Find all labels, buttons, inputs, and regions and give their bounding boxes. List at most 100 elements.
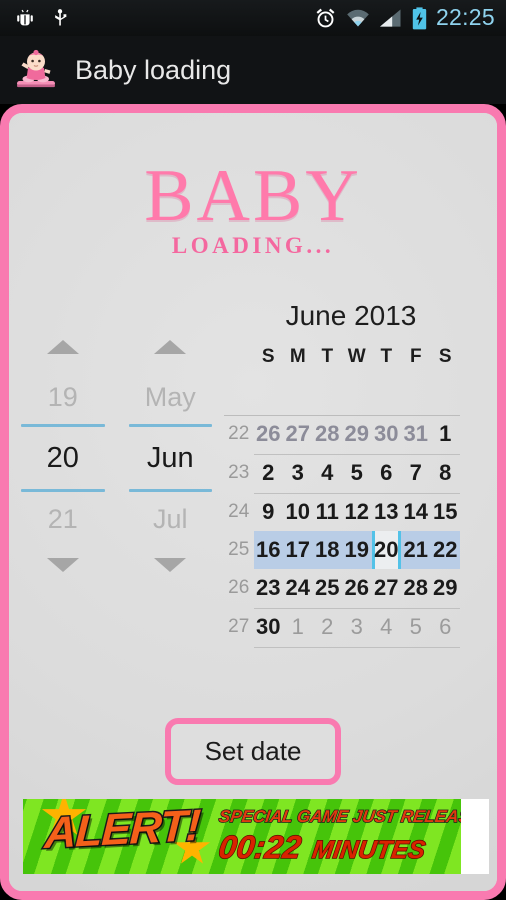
calendar-day[interactable]: 27 <box>283 415 313 453</box>
weekday-header-2: T <box>321 346 334 367</box>
android-debug-icon <box>17 9 33 26</box>
calendar-day-selected[interactable]: 20 <box>371 531 401 569</box>
month-selected-value[interactable]: Jun <box>117 427 225 489</box>
calendar-day[interactable]: 19 <box>342 531 372 569</box>
calendar-day[interactable]: 3 <box>342 608 372 646</box>
battery-charging-icon <box>412 6 427 29</box>
baby-loading-logo: BABY LOADING... <box>9 155 497 259</box>
logo-subtitle: LOADING... <box>171 233 335 259</box>
calendar-day[interactable]: 30 <box>372 415 402 453</box>
calendar-day[interactable]: 7 <box>401 454 431 492</box>
calendar-day[interactable]: 13 <box>372 493 402 531</box>
calendar-day[interactable]: 26 <box>254 415 284 453</box>
calendar-day[interactable]: 25 <box>313 569 343 607</box>
calendar-day[interactable]: 23 <box>254 569 284 607</box>
month-spinner[interactable]: May Jun Jul <box>117 340 225 572</box>
app-icon[interactable] <box>14 48 58 92</box>
ad-banner[interactable]: ALERT! SPECIAL GAME JUST RELEASED FREE F… <box>23 799 489 874</box>
app-content-frame: BABY LOADING... 19 20 21 May Jun Jul Jun… <box>0 104 506 900</box>
calendar-day[interactable]: 17 <box>283 531 313 569</box>
status-bar-left-icons <box>0 7 70 29</box>
calendar-day[interactable]: 31 <box>401 415 431 453</box>
ad-banner-artwork[interactable]: ALERT! SPECIAL GAME JUST RELEASED FREE F… <box>23 799 461 874</box>
weekday-header-1: M <box>289 346 306 367</box>
calendar-day[interactable]: 28 <box>313 415 343 453</box>
app-title-bar: Baby loading <box>0 36 506 104</box>
calendar-day[interactable]: 24 <box>283 569 313 607</box>
calendar-day[interactable]: 3 <box>283 454 313 492</box>
calendar-day[interactable]: 2 <box>254 454 284 492</box>
calendar-day[interactable]: 2 <box>313 608 343 646</box>
signal-icon <box>379 9 401 27</box>
month-decrement-arrow-down-icon[interactable] <box>154 558 187 572</box>
calendar-day[interactable]: 10 <box>283 493 313 531</box>
calendar-day[interactable]: 11 <box>313 493 343 531</box>
calendar-day[interactable]: 15 <box>431 493 461 531</box>
weekday-header-5: F <box>409 346 422 367</box>
calendar-day[interactable]: 14 <box>401 493 431 531</box>
calendar-day[interactable]: 6 <box>431 608 461 646</box>
calendar-day[interactable]: 28 <box>401 569 431 607</box>
calendar-day[interactable]: 26 <box>342 569 372 607</box>
calendar-header-rule <box>224 377 460 416</box>
calendar-week-row: 27 30 1 2 3 4 5 6 <box>224 608 460 646</box>
ad-timer: 00:22 MINUTES <box>216 828 428 866</box>
calendar-week-row: 23 2 3 4 5 6 7 8 <box>224 454 460 492</box>
calendar-day[interactable]: 4 <box>313 454 343 492</box>
calendar-day[interactable]: 18 <box>312 531 342 569</box>
day-previous-value[interactable]: 19 <box>9 370 117 424</box>
day-selected-value[interactable]: 20 <box>9 427 117 489</box>
calendar-week-number: 25 <box>228 539 250 560</box>
month-previous-value[interactable]: May <box>117 370 225 424</box>
calendar-day[interactable]: 6 <box>372 454 402 492</box>
day-decrement-arrow-down-icon[interactable] <box>46 558 79 572</box>
app-title: Baby loading <box>75 54 232 85</box>
calendar-day[interactable]: 12 <box>342 493 372 531</box>
calendar-body: 22 26 27 28 29 30 31 1 23 2 3 4 5 6 7 8 24 9 10 11 12 13 14 15 2… <box>224 415 461 648</box>
day-spinner[interactable]: 19 20 21 <box>9 340 117 572</box>
date-spinners: 19 20 21 May Jun Jul <box>9 298 224 572</box>
calendar-day[interactable]: 8 <box>431 454 461 492</box>
set-date-button[interactable]: Set date <box>164 718 342 785</box>
ad-timer-value: 00:22 <box>216 828 304 866</box>
ad-subtext: SPECIAL GAME JUST RELEASED FREE FOR <box>217 806 461 826</box>
calendar-day[interactable]: 22 <box>430 531 460 569</box>
calendar-day[interactable]: 9 <box>254 493 284 531</box>
status-bar: 22:25 <box>0 0 506 36</box>
calendar-week-number: 23 <box>228 462 250 483</box>
calendar-day[interactable]: 30 <box>254 608 284 646</box>
calendar-view: June 2013 W S M T W T F S <box>224 298 460 648</box>
weeknum-header: W <box>224 346 254 377</box>
calendar-week-number: 22 <box>228 423 250 445</box>
month-increment-arrow-up-icon[interactable] <box>154 340 187 354</box>
calendar-day[interactable]: 4 <box>372 608 402 646</box>
calendar-day[interactable]: 29 <box>342 415 372 453</box>
status-bar-clock: 22:25 <box>435 3 495 30</box>
date-picker: 19 20 21 May Jun Jul June 2013 S M T W T… <box>9 298 497 708</box>
ad-headline: ALERT! <box>42 799 203 859</box>
alarm-icon <box>316 8 335 27</box>
calendar-day[interactable]: 16 <box>253 531 283 569</box>
calendar-week-row: 24 9 10 11 12 13 14 15 <box>224 493 460 531</box>
set-date-row: Set date <box>9 718 497 785</box>
calendar-day[interactable]: 29 <box>431 569 461 607</box>
calendar-week-row: 22 26 27 28 29 30 31 1 <box>224 415 460 453</box>
calendar-day[interactable]: 1 <box>283 608 313 646</box>
wifi-icon <box>347 9 369 27</box>
calendar-row-divider <box>224 646 460 648</box>
day-increment-arrow-up-icon[interactable] <box>46 340 79 354</box>
ad-timer-unit: MINUTES <box>310 835 428 865</box>
logo-title: BABY <box>144 155 362 237</box>
calendar-day[interactable]: 5 <box>401 608 431 646</box>
calendar-day[interactable]: 21 <box>401 531 431 569</box>
calendar-day[interactable]: 5 <box>342 454 372 492</box>
usb-icon <box>55 9 67 26</box>
calendar-day[interactable]: 27 <box>372 569 402 607</box>
calendar-day[interactable]: 1 <box>431 415 461 453</box>
status-bar-right-icons: 22:25 <box>314 3 506 31</box>
calendar-week-number: 26 <box>228 577 250 598</box>
month-next-value[interactable]: Jul <box>117 492 225 546</box>
calendar-week-number: 27 <box>228 616 250 637</box>
weekday-header-0: S <box>261 346 275 367</box>
day-next-value[interactable]: 21 <box>9 492 117 546</box>
